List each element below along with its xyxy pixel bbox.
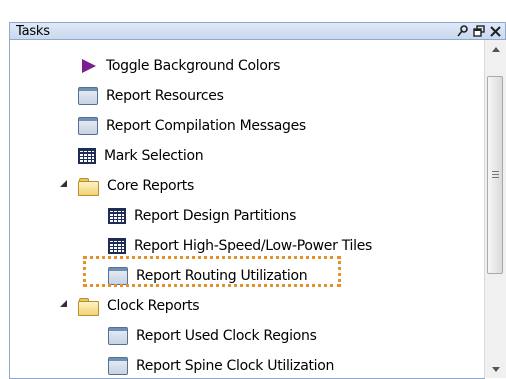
- tree-item-report-high-speed-low-power-tiles[interactable]: Report High-Speed/Low-Power Tiles: [108, 235, 372, 257]
- tree-item-label: Report Used Clock Regions: [136, 328, 317, 344]
- close-icon[interactable]: [489, 24, 501, 38]
- window-icon: [78, 117, 98, 135]
- tree-item-report-spine-clock-utilization[interactable]: Report Spine Clock Utilization: [108, 355, 334, 377]
- tree-item-label: Clock Reports: [107, 298, 200, 314]
- grip-icon: [492, 171, 499, 172]
- tree-item-label: Report High-Speed/Low-Power Tiles: [134, 238, 372, 254]
- tree-item-label: Toggle Background Colors: [106, 58, 281, 74]
- tree-item-label: Report Resources: [106, 88, 224, 104]
- tree-item-label: Report Design Partitions: [134, 208, 297, 224]
- play-icon: [78, 57, 98, 75]
- tree-item-report-used-clock-regions[interactable]: Report Used Clock Regions: [108, 325, 317, 347]
- window-icon: [108, 357, 128, 375]
- grid-icon: [108, 208, 126, 224]
- tree-item-clock-reports[interactable]: Clock Reports: [77, 295, 200, 317]
- panel-title: Tasks: [16, 24, 50, 39]
- highlight-box: [83, 256, 341, 287]
- expand-arrow-icon[interactable]: [60, 300, 67, 307]
- tree-item-core-reports[interactable]: Core Reports: [77, 175, 194, 197]
- folder-icon: [77, 177, 99, 196]
- tree-item-mark-selection[interactable]: Mark Selection: [78, 145, 204, 167]
- tree-item-report-compilation-messages[interactable]: Report Compilation Messages: [78, 115, 306, 137]
- window-icon: [108, 327, 128, 345]
- float-window-icon[interactable]: [473, 24, 485, 38]
- window-icon: [78, 87, 98, 105]
- scrollbar-thumb[interactable]: [487, 76, 503, 274]
- pin-icon[interactable]: [457, 24, 469, 38]
- header-buttons: [457, 23, 501, 39]
- arrow-down-icon: [491, 366, 500, 372]
- tree-item-report-design-partitions[interactable]: Report Design Partitions: [108, 205, 296, 227]
- panel-header: Tasks: [9, 22, 506, 40]
- expand-arrow-icon[interactable]: [60, 180, 67, 187]
- tree-item-label: Mark Selection: [104, 148, 204, 164]
- tree-item-report-resources[interactable]: Report Resources: [78, 85, 224, 107]
- tasks-panel: Tasks Toggle Background Colors Report Re…: [0, 18, 506, 379]
- tree-item-label: Report Compilation Messages: [106, 118, 306, 134]
- tree-item-label: Report Spine Clock Utilization: [136, 358, 335, 374]
- top-strip: [0, 0, 506, 18]
- folder-icon: [77, 297, 99, 316]
- vertical-scrollbar[interactable]: [484, 40, 506, 378]
- tree-item-label: Core Reports: [107, 178, 194, 194]
- arrow-up-icon: [491, 46, 500, 52]
- scroll-down-button[interactable]: [485, 360, 506, 378]
- grid-icon: [78, 148, 96, 164]
- task-tree: Toggle Background Colors Report Resource…: [9, 40, 485, 379]
- scroll-up-button[interactable]: [485, 40, 506, 58]
- grid-icon: [108, 238, 126, 254]
- tree-item-toggle-background-colors[interactable]: Toggle Background Colors: [78, 55, 280, 77]
